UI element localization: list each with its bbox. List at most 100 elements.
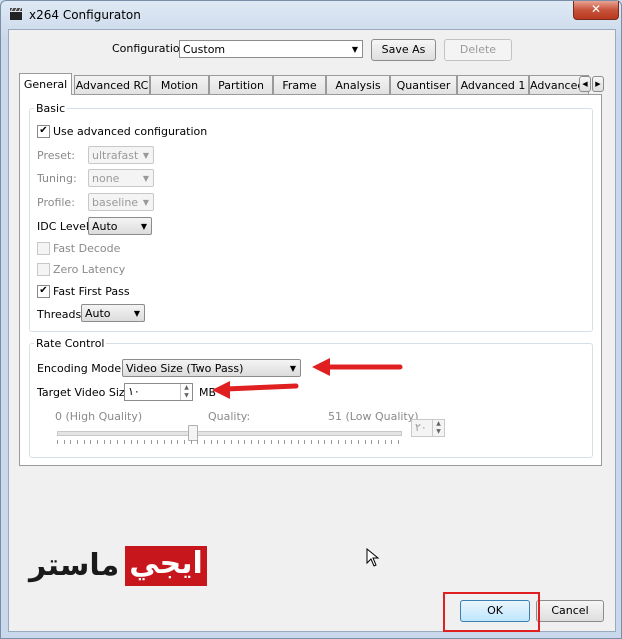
encoding-mode-value: Video Size (Two Pass) bbox=[126, 362, 244, 375]
quality-low-label: 51 (Low Quality) bbox=[328, 410, 419, 423]
slider-tick bbox=[57, 440, 58, 444]
configuration-select[interactable]: Custom ▼ bbox=[179, 40, 363, 58]
quality-label: Quality: bbox=[208, 410, 251, 423]
tab-frame[interactable]: Frame bbox=[273, 75, 326, 94]
quality-slider[interactable] bbox=[57, 425, 402, 447]
slider-tick bbox=[231, 440, 232, 444]
slider-tick bbox=[117, 440, 118, 444]
slider-tick bbox=[64, 440, 65, 444]
quality-spinbox[interactable]: ٢٠ ▲ ▼ bbox=[411, 419, 445, 437]
slider-tick bbox=[164, 440, 165, 444]
annotation-arrow-icon bbox=[312, 358, 403, 376]
slider-tick bbox=[124, 440, 125, 444]
slider-tick bbox=[110, 440, 111, 444]
slider-tick bbox=[177, 440, 178, 444]
spin-arrows-icon[interactable]: ▲ ▼ bbox=[432, 420, 444, 436]
slider-tick bbox=[331, 440, 332, 444]
slider-tick bbox=[391, 440, 392, 444]
slider-thumb[interactable] bbox=[188, 425, 198, 441]
encoding-mode-select[interactable]: Video Size (Two Pass) ▼ bbox=[122, 359, 301, 377]
slider-tick bbox=[298, 440, 299, 444]
fast-decode-checkbox[interactable] bbox=[37, 242, 50, 255]
threads-value: Auto bbox=[85, 307, 111, 320]
idc-level-label: IDC Level: bbox=[37, 220, 93, 233]
mouse-pointer-icon bbox=[366, 548, 380, 567]
slider-tick bbox=[244, 440, 245, 444]
tab-scroll-right-button[interactable]: ▶ bbox=[592, 76, 604, 92]
slider-tick bbox=[284, 440, 285, 444]
tab-advanced-rc[interactable]: Advanced RC bbox=[74, 75, 150, 94]
slider-tick bbox=[258, 440, 259, 444]
tab-analysis[interactable]: Analysis bbox=[326, 75, 390, 94]
clapperboard-icon bbox=[10, 7, 22, 20]
target-video-size-label: Target Video Size: bbox=[37, 386, 136, 399]
tuning-value: none bbox=[92, 172, 120, 185]
checkmark-icon: ✔ bbox=[39, 125, 48, 136]
slider-tick bbox=[398, 440, 399, 444]
slider-tick bbox=[184, 440, 185, 444]
ok-highlight-annotation bbox=[443, 592, 540, 632]
slider-tick bbox=[371, 440, 372, 444]
close-button[interactable]: ✕ bbox=[573, 1, 619, 20]
fast-first-pass-checkbox[interactable]: ✔ bbox=[37, 285, 50, 298]
checkmark-icon: ✔ bbox=[39, 285, 48, 296]
slider-tick bbox=[291, 440, 292, 444]
profile-label: Profile: bbox=[37, 196, 75, 209]
slider-tick bbox=[144, 440, 145, 444]
rate-control-group-title: Rate Control bbox=[34, 337, 107, 350]
slider-tick bbox=[204, 440, 205, 444]
slider-tick bbox=[77, 440, 78, 444]
slider-tick bbox=[271, 440, 272, 444]
slider-tick bbox=[197, 440, 198, 444]
idc-level-select[interactable]: Auto ▼ bbox=[88, 217, 152, 235]
tab-motion[interactable]: Motion bbox=[150, 75, 209, 94]
slider-tick bbox=[217, 440, 218, 444]
chevron-down-icon: ▼ bbox=[289, 364, 296, 373]
watermark-logo-box: ايجي bbox=[125, 546, 207, 586]
tab-quantiser[interactable]: Quantiser bbox=[390, 75, 457, 94]
encoding-mode-label: Encoding Mode: bbox=[37, 362, 125, 375]
threads-select[interactable]: Auto ▼ bbox=[81, 304, 145, 322]
quality-high-label: 0 (High Quality) bbox=[55, 410, 143, 423]
slider-tick bbox=[131, 440, 132, 444]
slider-tick bbox=[97, 440, 98, 444]
preset-select[interactable]: ultrafast ▼ bbox=[88, 146, 154, 164]
zero-latency-checkbox[interactable] bbox=[37, 263, 50, 276]
basic-group-title: Basic bbox=[34, 102, 68, 115]
save-as-button[interactable]: Save As bbox=[371, 39, 436, 61]
tab-advanced-1[interactable]: Advanced 1 bbox=[457, 75, 529, 94]
chevron-down-icon: ▼ bbox=[133, 309, 140, 318]
tab-scroll-left-button[interactable]: ◀ bbox=[579, 76, 591, 92]
slider-tick bbox=[311, 440, 312, 444]
use-advanced-checkbox[interactable]: ✔ bbox=[37, 125, 50, 138]
watermark-logo-text: ماستر bbox=[29, 548, 120, 583]
target-video-size-input[interactable]: ١٠ ▲ ▼ bbox=[124, 383, 193, 401]
slider-tick bbox=[84, 440, 85, 444]
window-title: x264 Configuraton bbox=[29, 8, 141, 22]
threads-label: Threads bbox=[37, 308, 82, 321]
slider-tick bbox=[251, 440, 252, 444]
delete-button[interactable]: Delete bbox=[444, 39, 512, 61]
profile-select[interactable]: baseline ▼ bbox=[88, 193, 154, 211]
slider-tick bbox=[137, 440, 138, 444]
tuning-select[interactable]: none ▼ bbox=[88, 169, 154, 187]
chevron-down-icon: ▼ bbox=[140, 222, 147, 231]
slider-tick bbox=[171, 440, 172, 444]
slider-tick bbox=[151, 440, 152, 444]
slider-tick bbox=[70, 440, 71, 444]
annotation-arrow-icon bbox=[212, 381, 299, 399]
cancel-button[interactable]: Cancel bbox=[536, 600, 604, 622]
tab-general[interactable]: General bbox=[19, 73, 72, 95]
spin-arrows-icon[interactable]: ▲ ▼ bbox=[180, 384, 192, 400]
tab-partition[interactable]: Partition bbox=[209, 75, 273, 94]
slider-track bbox=[57, 431, 402, 436]
slider-tick bbox=[278, 440, 279, 444]
slider-tick bbox=[211, 440, 212, 444]
tuning-label: Tuning: bbox=[37, 172, 77, 185]
chevron-down-icon: ▼ bbox=[351, 45, 358, 54]
zero-latency-label: Zero Latency bbox=[53, 263, 126, 276]
slider-tick bbox=[318, 440, 319, 444]
slider-tick bbox=[238, 440, 239, 444]
slider-tick bbox=[345, 440, 346, 444]
chevron-down-icon: ▼ bbox=[142, 174, 149, 183]
